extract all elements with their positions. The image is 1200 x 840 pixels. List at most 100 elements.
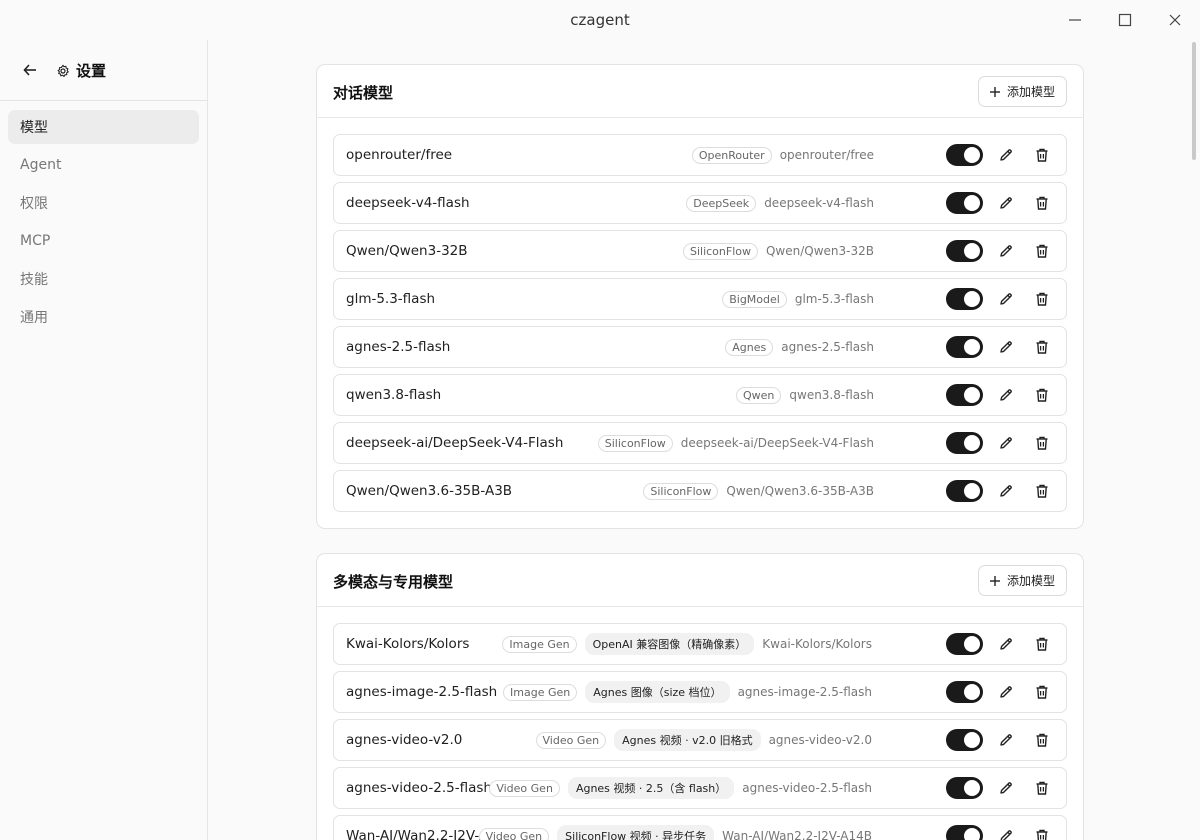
settings-title-label: 设置: [76, 62, 107, 80]
model-meta: SiliconFlow deepseek-ai/DeepSeek-V4-Flas…: [597, 423, 874, 463]
enable-toggle[interactable]: [946, 336, 983, 358]
delete-button[interactable]: [1032, 730, 1052, 750]
maximize-button[interactable]: [1115, 10, 1135, 30]
model-row: glm-5.3-flash BigModel glm-5.3-flash: [333, 278, 1067, 320]
provider-badge: Agnes 视频 · 2.5（含 flash）: [567, 777, 735, 799]
enable-toggle[interactable]: [946, 192, 983, 214]
model-name: agnes-image-2.5-flash: [346, 684, 498, 700]
model-name: deepseek-v4-flash: [346, 195, 470, 211]
enable-toggle[interactable]: [946, 480, 983, 502]
delete-button[interactable]: [1032, 193, 1052, 213]
back-button[interactable]: [20, 60, 40, 80]
trash-icon: [1036, 340, 1048, 354]
edit-button[interactable]: [996, 778, 1016, 798]
delete-button[interactable]: [1032, 241, 1052, 261]
enable-toggle[interactable]: [946, 681, 983, 703]
edit-button[interactable]: [996, 433, 1016, 453]
kind-badge: Video Gen: [489, 779, 560, 797]
sidebar-item-agent[interactable]: Agent: [8, 148, 199, 182]
enable-toggle[interactable]: [946, 633, 983, 655]
model-meta: Video Gen Agnes 视频 · v2.0 旧格式 agnes-vide…: [535, 720, 872, 760]
delete-button[interactable]: [1032, 145, 1052, 165]
delete-button[interactable]: [1032, 385, 1052, 405]
model-meta: SiliconFlow Qwen/Qwen3-32B: [682, 231, 874, 271]
sidebar-item-general[interactable]: 通用: [8, 300, 199, 334]
pencil-icon: [1000, 485, 1012, 497]
sidebar-item-mcp[interactable]: MCP: [8, 224, 199, 258]
kind-badge: Video Gen: [478, 827, 550, 840]
edit-button[interactable]: [996, 634, 1016, 654]
model-meta: BigModel glm-5.3-flash: [722, 279, 874, 319]
close-button[interactable]: [1165, 10, 1185, 30]
provider-badge: Agnes: [725, 338, 774, 356]
plus-icon: [989, 575, 1000, 586]
enable-toggle[interactable]: [946, 288, 983, 310]
edit-button[interactable]: [996, 481, 1016, 501]
sidebar-item-permissions[interactable]: 权限: [8, 186, 199, 220]
trash-icon: [1036, 637, 1048, 651]
model-meta: Video Gen SiliconFlow 视频 · 异步任务 Wan-AI/W…: [478, 816, 872, 840]
enable-toggle[interactable]: [946, 144, 983, 166]
model-name: openrouter/free: [346, 147, 453, 163]
sidebar-item-models[interactable]: 模型: [8, 110, 199, 144]
settings-title: 设置: [56, 60, 106, 81]
model-name: glm-5.3-flash: [346, 291, 436, 307]
panel-header: 对话模型 添加模型: [317, 65, 1083, 118]
delete-button[interactable]: [1032, 481, 1052, 501]
pencil-icon: [1000, 437, 1012, 449]
delete-button[interactable]: [1032, 289, 1052, 309]
enable-toggle[interactable]: [946, 384, 983, 406]
model-meta: Video Gen Agnes 视频 · 2.5（含 flash） agnes-…: [489, 768, 872, 808]
model-list: openrouter/free OpenRouter openrouter/fr…: [317, 118, 1083, 512]
model-id: deepseek-v4-flash: [764, 196, 874, 210]
enable-toggle[interactable]: [946, 729, 983, 751]
pencil-icon: [1000, 389, 1012, 401]
edit-button[interactable]: [996, 730, 1016, 750]
delete-button[interactable]: [1032, 826, 1052, 840]
edit-button[interactable]: [996, 337, 1016, 357]
model-meta: DeepSeek deepseek-v4-flash: [686, 183, 874, 223]
delete-button[interactable]: [1032, 433, 1052, 453]
enable-toggle[interactable]: [946, 240, 983, 262]
provider-badge: SiliconFlow: [682, 242, 758, 260]
model-id: agnes-image-2.5-flash: [737, 685, 872, 699]
edit-button[interactable]: [996, 193, 1016, 213]
provider-badge: OpenAI 兼容图像（精确像素）: [584, 633, 755, 655]
add-model-button[interactable]: 添加模型: [977, 565, 1067, 596]
model-id: openrouter/free: [779, 148, 874, 162]
model-meta: Image Gen OpenAI 兼容图像（精确像素） Kwai-Kolors/…: [502, 624, 872, 664]
edit-button[interactable]: [996, 241, 1016, 261]
enable-toggle[interactable]: [946, 432, 983, 454]
enable-toggle[interactable]: [946, 777, 983, 799]
edit-button[interactable]: [996, 145, 1016, 165]
trash-icon: [1036, 244, 1048, 258]
edit-button[interactable]: [996, 682, 1016, 702]
pencil-icon: [1000, 293, 1012, 305]
add-model-button[interactable]: 添加模型: [977, 76, 1067, 107]
kind-badge: Image Gen: [502, 635, 577, 653]
model-name: agnes-video-v2.0: [346, 732, 463, 748]
delete-button[interactable]: [1032, 337, 1052, 357]
add-model-label: 添加模型: [1006, 574, 1055, 588]
edit-button[interactable]: [996, 385, 1016, 405]
main-content: 对话模型 添加模型 openrouter/free OpenRouter ope…: [208, 40, 1188, 840]
trash-icon: [1036, 829, 1048, 840]
enable-toggle[interactable]: [946, 825, 983, 840]
pencil-icon: [1000, 149, 1012, 161]
model-id: agnes-video-v2.0: [768, 733, 872, 747]
model-row: qwen3.8-flash Qwen qwen3.8-flash: [333, 374, 1067, 416]
scrollbar[interactable]: [1192, 42, 1196, 160]
trash-icon: [1036, 388, 1048, 402]
sidebar-item-skills[interactable]: 技能: [8, 262, 199, 296]
minimize-icon: [1069, 19, 1081, 21]
delete-button[interactable]: [1032, 682, 1052, 702]
model-name: agnes-2.5-flash: [346, 339, 451, 355]
delete-button[interactable]: [1032, 634, 1052, 654]
minimize-button[interactable]: [1065, 10, 1085, 30]
model-name: Kwai-Kolors/Kolors: [346, 636, 470, 652]
delete-button[interactable]: [1032, 778, 1052, 798]
edit-button[interactable]: [996, 826, 1016, 840]
provider-badge: SiliconFlow: [643, 482, 719, 500]
edit-button[interactable]: [996, 289, 1016, 309]
kind-badge: Video Gen: [535, 731, 607, 749]
